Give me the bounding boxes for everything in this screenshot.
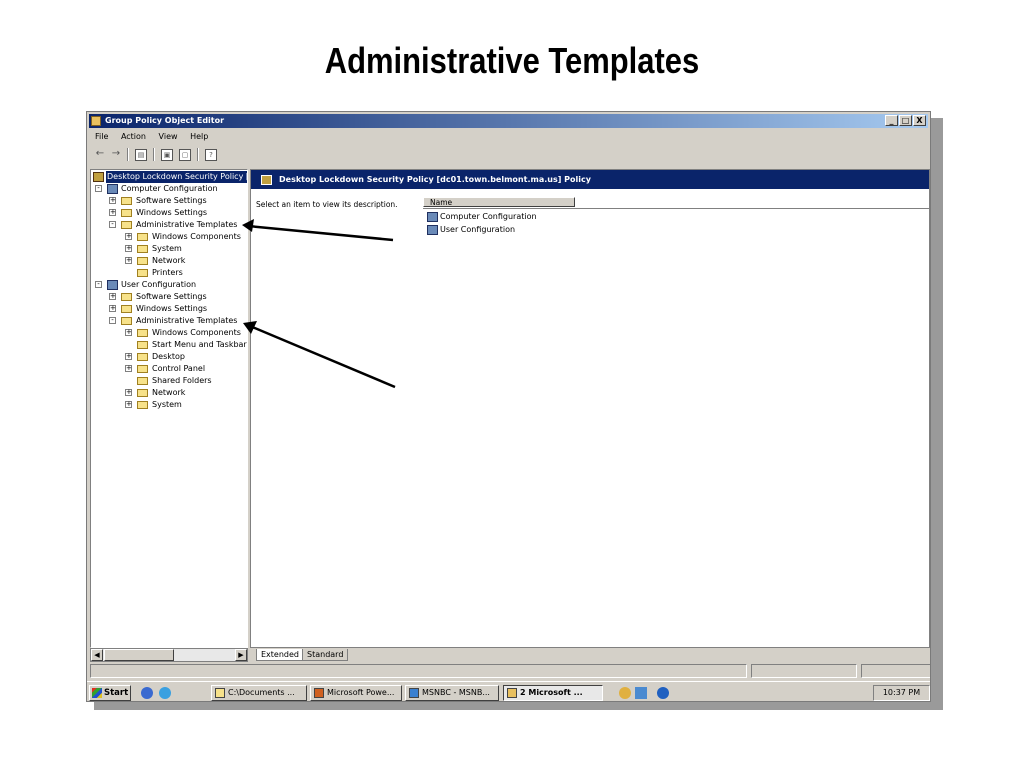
start-button[interactable]: Start (89, 685, 131, 701)
folder-icon (121, 221, 132, 229)
windows-logo-icon (92, 688, 102, 698)
folder-icon (137, 377, 148, 385)
tray-window-icon[interactable] (635, 687, 647, 699)
folder-icon (137, 353, 148, 361)
expand-icon[interactable]: + (109, 209, 116, 216)
folder-icon (137, 257, 148, 265)
folder-icon (137, 341, 148, 349)
tray-tool-icon[interactable] (619, 687, 631, 699)
folder-icon (121, 317, 132, 325)
tray-help-icon[interactable] (657, 687, 669, 699)
folder-icon (137, 365, 148, 373)
expand-icon[interactable]: + (125, 245, 132, 252)
expand-icon[interactable]: + (125, 353, 132, 360)
expand-icon[interactable]: + (109, 305, 116, 312)
menu-bar: File Action View Help (91, 130, 214, 144)
gpo-app-icon (507, 688, 517, 698)
expand-icon[interactable]: + (125, 233, 132, 240)
toolbar: ← → ▤ ▣ ▢ ? (91, 147, 926, 163)
gpo-editor-window: Group Policy Object Editor _ □ X File Ac… (86, 111, 931, 702)
computer-icon (107, 184, 118, 194)
expand-icon[interactable]: + (125, 329, 132, 336)
toolbar-separator (197, 148, 199, 161)
collapse-icon[interactable]: - (95, 281, 102, 288)
policy-icon (261, 175, 272, 185)
minimize-button[interactable]: _ (885, 115, 898, 126)
expand-icon[interactable]: + (109, 197, 116, 204)
status-panel (861, 664, 930, 678)
task-button-powerpoint[interactable]: Microsoft Powe... (310, 685, 402, 701)
collapse-icon[interactable]: - (109, 221, 116, 228)
expand-icon[interactable]: + (125, 401, 132, 408)
gpo-app-icon (91, 116, 101, 126)
window-controls: _ □ X (885, 115, 926, 127)
status-bar (90, 664, 930, 680)
folder-icon (137, 269, 148, 277)
folder-icon (137, 329, 148, 337)
folder-icon (137, 401, 148, 409)
task-button-explorer[interactable]: C:\Documents ... (211, 685, 307, 701)
column-name[interactable]: Name (423, 197, 575, 207)
folder-icon (121, 209, 132, 217)
menu-action[interactable]: Action (121, 132, 146, 141)
folder-icon (215, 688, 225, 698)
policy-icon (93, 172, 104, 182)
system-tray-clock[interactable]: 10:37 PM (873, 685, 930, 701)
slide-title: Administrative Templates (324, 40, 700, 81)
toolbar-separator (127, 148, 129, 161)
show-hide-tree-icon[interactable]: ▤ (135, 149, 147, 161)
task-button-msnbc[interactable]: MSNBC - MSNB... (405, 685, 499, 701)
show-desktop-icon[interactable] (141, 687, 153, 699)
help-icon[interactable]: ? (205, 149, 217, 161)
details-header-text: Desktop Lockdown Security Policy [dc01.t… (279, 175, 591, 184)
view-tabs: Extended Standard (250, 649, 930, 663)
folder-icon (137, 389, 148, 397)
forward-arrow-icon[interactable]: → (109, 147, 123, 161)
close-button[interactable]: X (913, 115, 926, 126)
maximize-button[interactable]: □ (899, 115, 912, 126)
powerpoint-icon (314, 688, 324, 698)
scroll-right-icon[interactable]: ▶ (235, 649, 247, 661)
scroll-thumb[interactable] (104, 649, 174, 661)
back-arrow-icon[interactable]: ← (93, 147, 107, 161)
folder-icon (121, 305, 132, 313)
folder-icon (137, 245, 148, 253)
expand-icon[interactable]: + (125, 365, 132, 372)
collapse-icon[interactable]: - (109, 317, 116, 324)
user-icon (427, 225, 438, 235)
folder-icon (121, 197, 132, 205)
folder-icon (137, 233, 148, 241)
status-panel (90, 664, 747, 678)
collapse-icon[interactable]: - (95, 185, 102, 192)
expand-icon[interactable]: + (109, 293, 116, 300)
list-header: Name (423, 197, 929, 209)
description-text: Select an item to view its description. (256, 200, 398, 209)
toolbar-separator (153, 148, 155, 161)
tab-extended[interactable]: Extended (256, 649, 304, 661)
menu-file[interactable]: File (95, 132, 108, 141)
console-tree[interactable]: Desktop Lockdown Security Policy [d - Co… (90, 169, 248, 648)
tree-horizontal-scrollbar[interactable]: ◀ ▶ (90, 648, 248, 662)
task-button-microsoft-group[interactable]: 2 Microsoft ... (503, 685, 603, 701)
expand-icon[interactable]: + (125, 389, 132, 396)
expand-icon[interactable]: + (125, 257, 132, 264)
status-panel (751, 664, 857, 678)
properties-icon[interactable]: ▣ (161, 149, 173, 161)
menu-view[interactable]: View (159, 132, 178, 141)
details-pane: Desktop Lockdown Security Policy [dc01.t… (250, 169, 930, 648)
folder-icon (121, 293, 132, 301)
internet-explorer-icon[interactable] (159, 687, 171, 699)
menu-help[interactable]: Help (190, 132, 208, 141)
user-icon (107, 280, 118, 290)
title-bar[interactable]: Group Policy Object Editor _ □ X (89, 114, 928, 128)
computer-icon (427, 212, 438, 222)
details-header: Desktop Lockdown Security Policy [dc01.t… (251, 170, 929, 189)
tab-standard[interactable]: Standard (302, 649, 349, 661)
taskbar: Start C:\Documents ... Microsoft Powe...… (87, 681, 930, 701)
window-title: Group Policy Object Editor (105, 116, 225, 125)
browser-icon (409, 688, 419, 698)
scroll-left-icon[interactable]: ◀ (91, 649, 103, 661)
export-list-icon[interactable]: ▢ (179, 149, 191, 161)
